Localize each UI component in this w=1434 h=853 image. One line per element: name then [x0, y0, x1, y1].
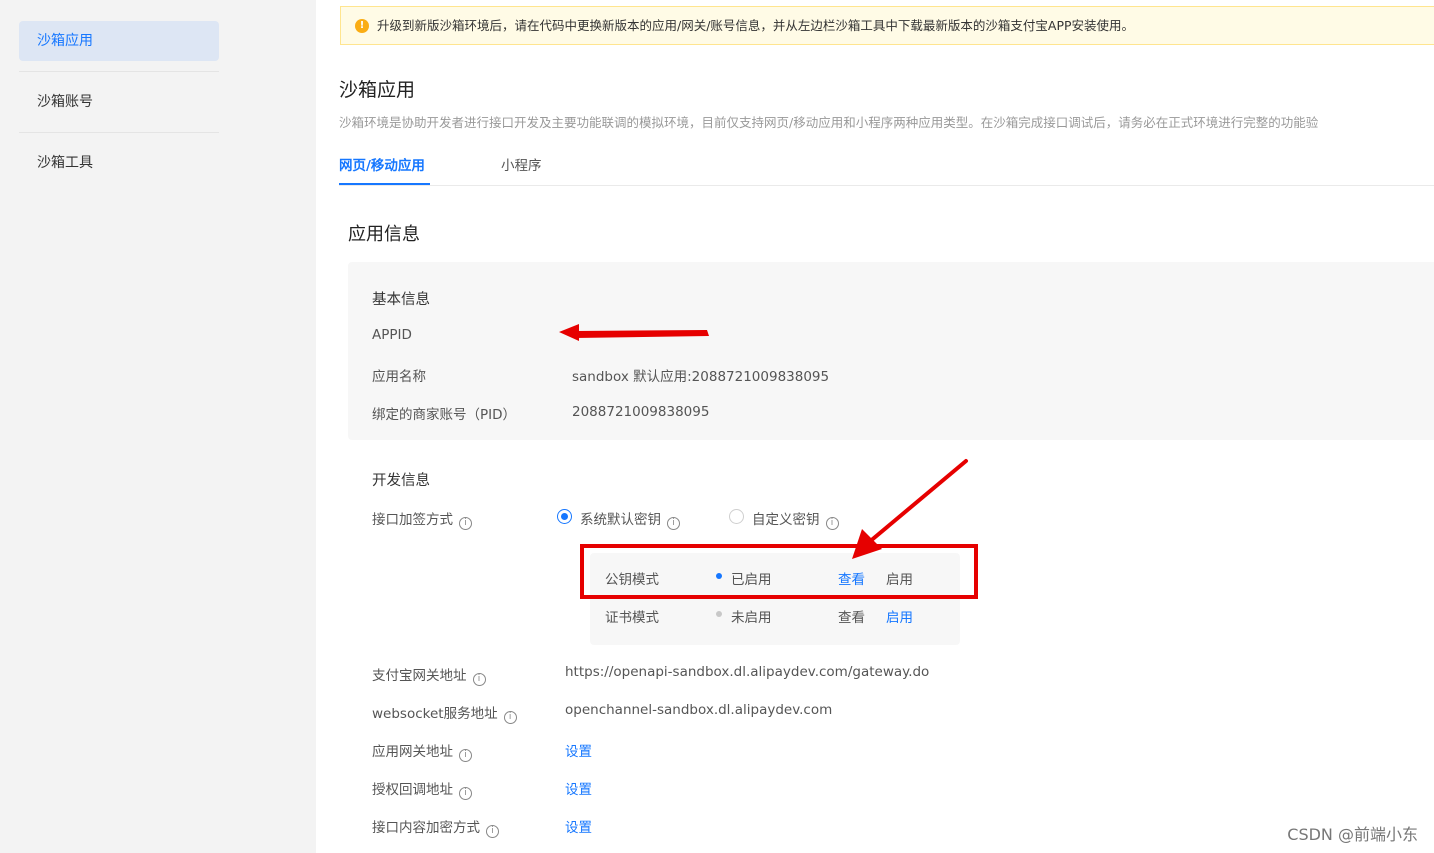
app-gateway-set-link[interactable]: 设置	[565, 740, 592, 760]
option-custom-key-text: 自定义密钥	[752, 512, 820, 528]
main-content: ! 升级到新版沙箱环境后，请在代码中更换新版本的应用/网关/账号信息，并从左边栏…	[316, 0, 1434, 853]
pid-label: 绑定的商家账号（PID）	[372, 407, 517, 423]
annotation-arrow	[852, 459, 968, 559]
info-icon[interactable]: i	[459, 517, 472, 530]
status-dot-disabled	[716, 611, 722, 617]
appid-redaction-arrow	[559, 324, 709, 341]
info-icon[interactable]: i	[472, 673, 486, 686]
tab-bar: 网页/移动应用 小程序	[339, 140, 1434, 186]
tab-mini-program[interactable]: 小程序	[501, 154, 542, 174]
upgrade-notice: ! 升级到新版沙箱环境后，请在代码中更换新版本的应用/网关/账号信息，并从左边栏…	[340, 6, 1434, 45]
cert-mode-enable-link[interactable]: 启用	[886, 606, 913, 626]
sidebar-divider	[19, 132, 219, 133]
info-icon[interactable]: i	[459, 787, 472, 800]
page-title: 沙箱应用	[339, 79, 416, 101]
sidebar-item-sandbox-account[interactable]: 沙箱账号	[19, 82, 219, 122]
sign-method-text: 接口加签方式	[372, 512, 453, 528]
sidebar-item-sandbox-tools[interactable]: 沙箱工具	[19, 143, 219, 183]
tab-web-mobile-app[interactable]: 网页/移动应用	[339, 154, 425, 174]
option-default-key-label: 系统默认密钥 i	[580, 508, 680, 530]
warning-icon: !	[355, 19, 369, 33]
cert-mode-view-button[interactable]: 查看	[838, 606, 865, 626]
app-name-value: sandbox 默认应用:2088721009838095	[572, 369, 830, 385]
sidebar: 沙箱应用 沙箱账号 沙箱工具	[0, 0, 316, 853]
pid-value: 2088721009838095	[572, 404, 710, 420]
notice-text: 升级到新版沙箱环境后，请在代码中更换新版本的应用/网关/账号信息，并从左边栏沙箱…	[377, 18, 1135, 33]
app-gateway-text: 应用网关地址	[372, 744, 453, 760]
websocket-text: websocket服务地址	[372, 706, 498, 722]
radio-default-key[interactable]	[557, 509, 572, 524]
radio-custom-key[interactable]	[729, 509, 744, 524]
sidebar-item-sandbox-app[interactable]: 沙箱应用	[19, 21, 219, 61]
appid-label: APPID	[372, 327, 412, 343]
info-icon[interactable]: i	[486, 825, 499, 838]
app-info-title: 应用信息	[348, 224, 420, 245]
sign-method-label: 接口加签方式 i	[372, 508, 472, 530]
cert-mode-label: 证书模式	[605, 610, 659, 626]
tab-active-indicator	[339, 183, 430, 185]
option-default-key-text: 系统默认密钥	[580, 512, 661, 528]
info-icon[interactable]: i	[667, 517, 680, 530]
alipay-gateway-label: 支付宝网关地址 i	[372, 664, 486, 686]
page-description: 沙箱环境是协助开发者进行接口开发及主要功能联调的模拟环境，目前仅支持网页/移动应…	[339, 115, 1319, 130]
watermark: CSDN @前端小东	[1287, 825, 1418, 844]
alipay-gateway-text: 支付宝网关地址	[372, 668, 467, 684]
websocket-value: openchannel-sandbox.dl.alipaydev.com	[565, 702, 833, 718]
encryption-label: 接口内容加密方式 i	[372, 816, 499, 838]
option-custom-key-label: 自定义密钥 i	[752, 508, 839, 530]
info-icon[interactable]: i	[459, 749, 472, 762]
auth-callback-text: 授权回调地址	[372, 782, 453, 798]
auth-callback-label: 授权回调地址 i	[372, 778, 472, 800]
auth-callback-set-link[interactable]: 设置	[565, 778, 592, 798]
cert-mode-status: 未启用	[731, 610, 772, 626]
encryption-text: 接口内容加密方式	[372, 820, 480, 836]
websocket-label: websocket服务地址 i	[372, 702, 517, 724]
dev-info-title: 开发信息	[372, 473, 430, 489]
app-gateway-label: 应用网关地址 i	[372, 740, 472, 762]
info-icon[interactable]: i	[503, 711, 517, 724]
basic-info-title: 基本信息	[372, 292, 430, 308]
app-name-label: 应用名称	[372, 369, 426, 385]
sidebar-divider	[19, 71, 219, 72]
alipay-gateway-value: https://openapi-sandbox.dl.alipaydev.com…	[565, 664, 930, 680]
encryption-set-link[interactable]: 设置	[565, 816, 592, 836]
